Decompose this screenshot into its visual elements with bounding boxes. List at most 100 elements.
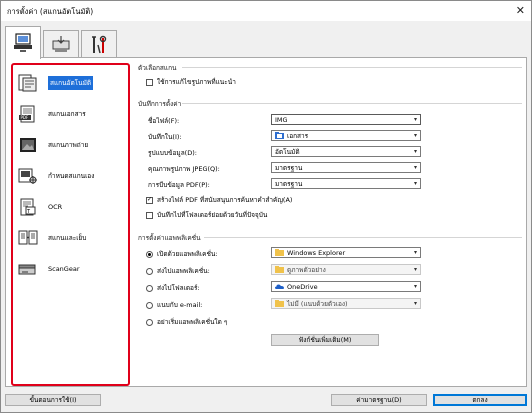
jpeg-quality-label: คุณภาพรูปภาพ JPEG(Q): <box>148 165 220 173</box>
app-option-label: แนบกับ e-mail: <box>157 301 203 309</box>
jpeg-quality-select[interactable]: มาตรฐาน ▾ <box>271 162 421 173</box>
ocr-icon: T <box>16 196 40 218</box>
group-divider <box>182 67 522 68</box>
sidebar-item-document-scan[interactable]: PDF สแกนเอกสาร <box>16 103 126 125</box>
pdf-document-icon: PDF <box>16 103 40 125</box>
app-option-row[interactable]: แนบกับ e-mail: <box>146 300 202 310</box>
data-format-select[interactable]: อัตโนมัติ ▾ <box>271 146 421 157</box>
close-button[interactable]: ✕ <box>516 4 525 17</box>
tab-computer-scan[interactable] <box>5 26 41 59</box>
instructions-button[interactable]: ขั้นตอนการใช้(I) <box>5 394 101 406</box>
pdf-compression-value: มาตรฐาน <box>275 179 303 188</box>
jpeg-quality-value: มาตรฐาน <box>275 163 303 172</box>
searchable-pdf-checkbox[interactable]: ✓ <box>146 196 153 204</box>
send-to-app-value: ดูภาพตัวอย่าง <box>287 265 326 274</box>
chevron-down-icon: ▾ <box>413 132 417 139</box>
folder-icon <box>275 266 284 273</box>
scan-type-sidebar: สแกนอัตโนมัติ PDF สแกนเอกสาร สแกนภาพถ่าย <box>11 63 130 386</box>
sidebar-item-label: สแกนภาพถ่าย <box>48 141 89 149</box>
sidebar-item-label: OCR <box>48 203 63 211</box>
save-in-select[interactable]: เอกสาร ▾ <box>271 130 421 141</box>
subfolder-row[interactable]: บันทึกไปที่โฟลเดอร์ย่อยด้วยวันที่ปัจจุบั… <box>146 210 267 220</box>
open-with-app-radio[interactable] <box>146 250 153 258</box>
device-scan-icon <box>52 35 70 52</box>
pdf-compression-select[interactable]: มาตรฐาน ▾ <box>271 178 421 189</box>
data-format-label: รูปแบบข้อมูล(D): <box>148 149 197 157</box>
file-name-label: ชื่อไฟล์(F): <box>148 117 180 125</box>
ok-button[interactable]: ตกลง <box>433 394 527 406</box>
chevron-down-icon: ▾ <box>413 249 417 256</box>
sidebar-item-label: สแกนและเย็บ <box>48 234 87 242</box>
chevron-down-icon: ▾ <box>413 283 417 290</box>
recommended-correction-checkbox[interactable] <box>146 78 153 86</box>
file-name-input[interactable]: IMG ▾ <box>271 114 421 125</box>
sidebar-item-label: ScanGear <box>48 265 80 273</box>
searchable-pdf-label: สร้างไฟล์ PDF ที่สนับสนุนการค้นหาคำสำคัญ… <box>157 196 293 204</box>
pdf-compression-label: การบีบข้อมูล PDF(P): <box>148 181 210 189</box>
folder-icon <box>275 249 284 256</box>
svg-text:PDF: PDF <box>21 115 29 120</box>
settings-window: การตั้งค่า (สแกนอัตโนมัติ) ✕ สแกนอัตโนมั… <box>0 0 532 413</box>
sidebar-item-photo-scan[interactable]: สแกนภาพถ่าย <box>16 134 126 156</box>
sidebar-item-ocr[interactable]: T OCR <box>16 196 126 218</box>
chevron-down-icon: ▾ <box>413 164 417 171</box>
chevron-down-icon: ▾ <box>413 266 417 273</box>
sidebar-item-label: สแกนอัตโนมัติ <box>48 76 94 90</box>
app-option-label: อย่าเริ่มแอพพลิเคชั่นใด ๆ <box>157 318 228 326</box>
app-settings-heading: การตั้งค่าแอพพลิเคชั่น <box>138 234 201 242</box>
app-option-row[interactable]: อย่าเริ่มแอพพลิเคชั่นใด ๆ <box>146 317 227 327</box>
attach-email-radio[interactable] <box>146 301 153 309</box>
defaults-button[interactable]: ค่ามาตรฐาน(D) <box>331 394 427 406</box>
save-settings-heading: บันทึกการตั้งค่า <box>138 100 182 108</box>
sidebar-item-custom-scan[interactable]: กำหนดสแกนเอง <box>16 165 126 187</box>
app-option-label: เปิดด้วยแอพพลิเคชั่น: <box>157 250 218 258</box>
send-to-app-select[interactable]: ดูภาพตัวอย่าง ▾ <box>271 264 421 275</box>
settings-content: ตัวเลือกสแกน ใช้การแก้ไขรูปภาพที่แนะนำ บ… <box>134 58 526 386</box>
title-bar: การตั้งค่า (สแกนอัตโนมัติ) ✕ <box>1 1 531 21</box>
data-format-value: อัตโนมัติ <box>275 147 300 156</box>
sidebar-item-stitch[interactable]: สแกนและเย็บ <box>16 227 126 249</box>
documents-folder-icon <box>275 132 284 139</box>
open-with-app-value: Windows Explorer <box>287 248 346 257</box>
sidebar-item-scangear[interactable]: ScanGear <box>16 258 126 280</box>
photo-icon <box>16 134 40 156</box>
recommended-correction-row[interactable]: ใช้การแก้ไขรูปภาพที่แนะนำ <box>146 77 236 87</box>
send-to-app-radio[interactable] <box>146 267 153 275</box>
sidebar-item-auto-scan[interactable]: สแกนอัตโนมัติ <box>16 72 126 94</box>
chevron-down-icon: ▾ <box>413 116 417 123</box>
save-in-value: เอกสาร <box>287 131 309 140</box>
save-in-label: บันทึกใน(I): <box>148 133 182 141</box>
stitch-icon <box>16 227 40 249</box>
more-functions-button[interactable]: ฟังก์ชั่นเพิ่มเติม(M) <box>271 334 379 346</box>
file-name-value: IMG <box>275 115 288 124</box>
group-divider <box>182 103 522 104</box>
sidebar-item-label: สแกนเอกสาร <box>48 110 86 118</box>
client-area: สแกนอัตโนมัติ PDF สแกนเอกสาร สแกนภาพถ่าย <box>1 21 531 412</box>
group-divider <box>204 237 522 238</box>
tab-general-settings[interactable] <box>81 30 117 58</box>
no-app-radio[interactable] <box>146 318 153 326</box>
app-option-row[interactable]: เปิดด้วยแอพพลิเคชั่น: <box>146 249 218 259</box>
send-to-folder-radio[interactable] <box>146 284 153 292</box>
scangear-icon <box>16 258 40 280</box>
scan-options-heading: ตัวเลือกสแกน <box>138 64 177 72</box>
send-to-folder-select[interactable]: OneDrive ▾ <box>271 281 421 292</box>
subfolder-checkbox[interactable] <box>146 211 153 219</box>
auto-scan-icon <box>16 72 40 94</box>
app-option-row[interactable]: ส่งไปโฟลเดอร์: <box>146 283 200 293</box>
custom-scan-icon <box>16 165 40 187</box>
window-title: การตั้งค่า (สแกนอัตโนมัติ) <box>7 7 94 16</box>
sidebar-item-label: กำหนดสแกนเอง <box>48 172 95 180</box>
settings-panel: สแกนอัตโนมัติ PDF สแกนเอกสาร สแกนภาพถ่าย <box>5 57 527 387</box>
tab-device-scan[interactable] <box>43 30 79 58</box>
attach-email-value: ไม่มี (แนบด้วยตัวเอง) <box>287 299 348 308</box>
onedrive-icon <box>275 284 284 289</box>
app-option-row[interactable]: ส่งไปแอพพลิเคชั่น: <box>146 266 210 276</box>
searchable-pdf-row[interactable]: ✓ สร้างไฟล์ PDF ที่สนับสนุนการค้นหาคำสำค… <box>146 195 292 205</box>
open-with-app-select[interactable]: Windows Explorer ▾ <box>271 247 421 258</box>
app-option-label: ส่งไปโฟลเดอร์: <box>157 284 200 292</box>
attach-email-select[interactable]: ไม่มี (แนบด้วยตัวเอง) ▾ <box>271 298 421 309</box>
chevron-down-icon: ▾ <box>413 180 417 187</box>
subfolder-label: บันทึกไปที่โฟลเดอร์ย่อยด้วยวันที่ปัจจุบั… <box>157 211 268 219</box>
folder-icon <box>275 300 284 307</box>
